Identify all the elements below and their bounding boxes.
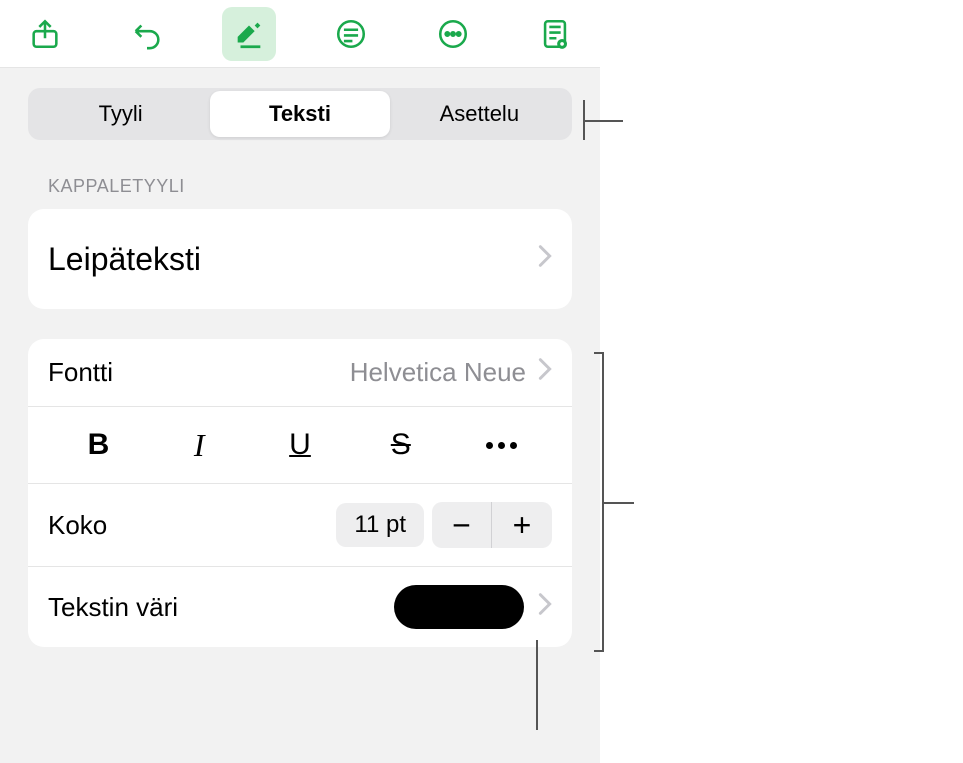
strikethrough-button[interactable]: S xyxy=(350,425,451,465)
size-decrease-button[interactable]: − xyxy=(432,502,492,548)
callout-line xyxy=(604,502,634,504)
chevron-right-icon xyxy=(538,357,552,388)
panel-content: Tyyli Teksti Asettelu Kappaletyyli Leipä… xyxy=(0,68,600,763)
style-buttons-row: B I U S xyxy=(28,407,572,484)
chevron-right-icon xyxy=(538,592,552,623)
size-stepper: − + xyxy=(432,502,552,548)
italic-button[interactable]: I xyxy=(149,425,250,465)
size-value-button[interactable]: 11 pt xyxy=(336,503,424,547)
font-card: Fontti Helvetica Neue B I U S xyxy=(28,339,572,647)
more-button[interactable] xyxy=(426,7,480,61)
insert-button[interactable] xyxy=(324,7,378,61)
chevron-right-icon xyxy=(538,244,552,275)
ellipsis-icon xyxy=(486,442,517,449)
paragraph-style-header: Kappaletyyli xyxy=(28,176,572,197)
text-color-row[interactable]: Tekstin väri xyxy=(28,567,572,647)
size-label: Koko xyxy=(48,510,107,541)
document-button[interactable] xyxy=(528,7,582,61)
tab-text[interactable]: Teksti xyxy=(210,91,389,137)
font-value: Helvetica Neue xyxy=(350,357,526,388)
format-panel: Tyyli Teksti Asettelu Kappaletyyli Leipä… xyxy=(0,0,600,763)
callout-line xyxy=(536,640,538,730)
tab-layout[interactable]: Asettelu xyxy=(390,91,569,137)
text-color-label: Tekstin väri xyxy=(48,592,178,623)
color-swatch[interactable] xyxy=(394,585,524,629)
toolbar xyxy=(0,0,600,68)
underline-button[interactable]: U xyxy=(250,425,351,465)
size-row: Koko 11 pt − + xyxy=(28,484,572,567)
font-row[interactable]: Fontti Helvetica Neue xyxy=(28,339,572,407)
paragraph-style-value: Leipäteksti xyxy=(48,241,201,278)
format-button[interactable] xyxy=(222,7,276,61)
share-button[interactable] xyxy=(18,7,72,61)
callout-line xyxy=(583,120,623,122)
undo-button[interactable] xyxy=(120,7,174,61)
tabs-segmented: Tyyli Teksti Asettelu xyxy=(28,88,572,140)
more-styles-button[interactable] xyxy=(451,425,552,465)
callout-bracket xyxy=(594,352,604,652)
font-label: Fontti xyxy=(48,357,113,388)
tab-style[interactable]: Tyyli xyxy=(31,91,210,137)
paragraph-style-card: Leipäteksti xyxy=(28,209,572,309)
paragraph-style-row[interactable]: Leipäteksti xyxy=(28,209,572,309)
size-increase-button[interactable]: + xyxy=(492,502,552,548)
bold-button[interactable]: B xyxy=(48,425,149,465)
